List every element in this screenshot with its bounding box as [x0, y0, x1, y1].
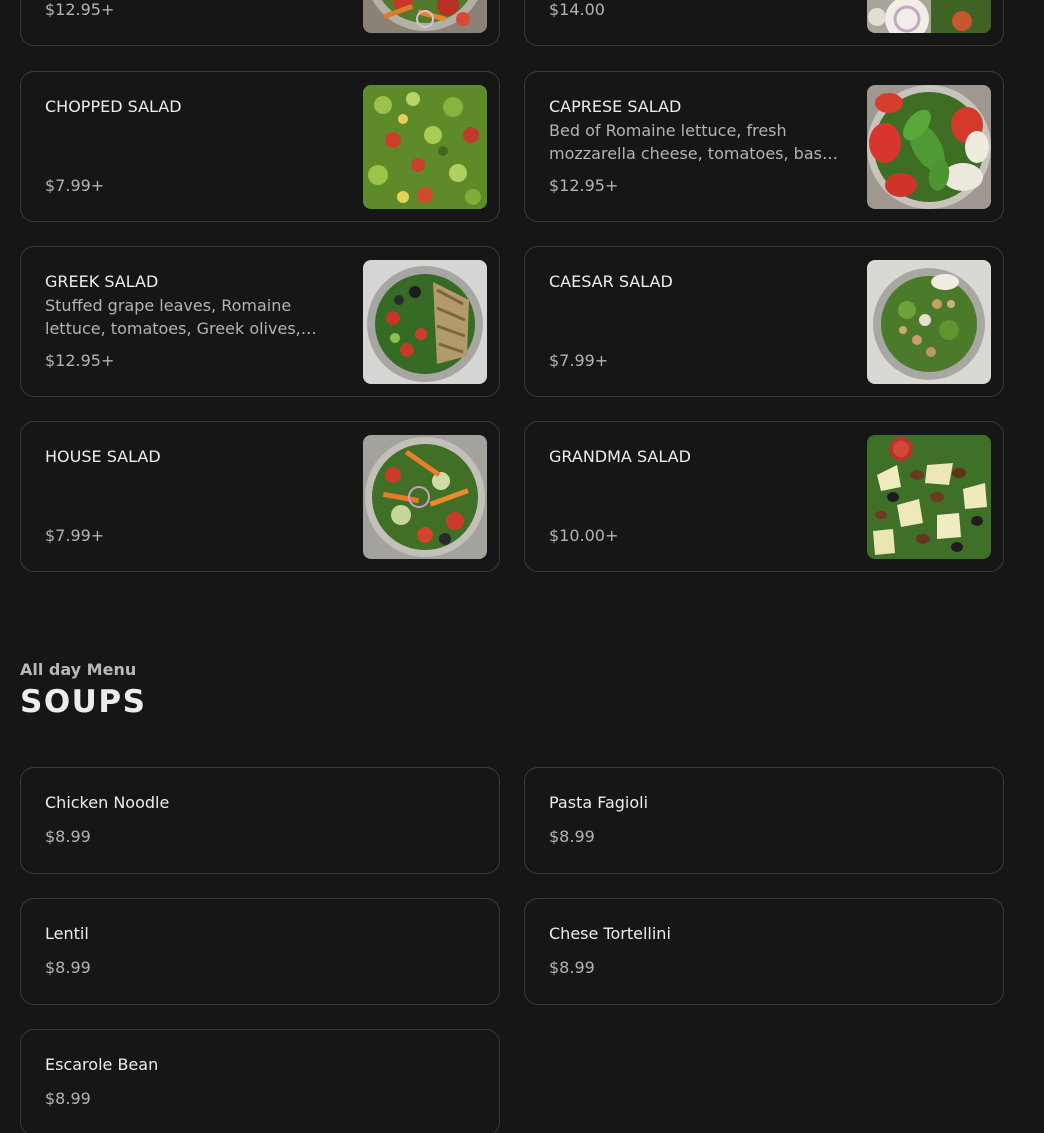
item-price: $8.99 — [45, 958, 91, 977]
menu-item-card[interactable]: CHOPPED SALAD $7.99+ — [20, 71, 500, 222]
menu-item-card[interactable]: $12.95+ — [20, 0, 500, 46]
menu-item-card[interactable]: Pasta Fagioli $8.99 — [524, 767, 1004, 874]
item-name: CHOPPED SALAD — [45, 97, 182, 116]
item-description: Stuffed grape leaves, Romaine lettuce, t… — [45, 296, 301, 338]
menu-item-card[interactable]: CAESAR SALAD $7.99+ — [524, 246, 1004, 397]
item-name: CAPRESE SALAD — [549, 97, 682, 116]
item-photo — [363, 85, 487, 209]
item-price: $7.99+ — [45, 176, 105, 195]
item-name: GREEK SALAD — [45, 272, 159, 291]
item-price: $7.99+ — [45, 526, 105, 545]
item-price: $7.99+ — [549, 351, 609, 370]
item-price: $10.00+ — [549, 526, 619, 545]
item-photo — [867, 435, 991, 559]
item-name: Chese Tortellini — [549, 924, 671, 943]
menu-item-card[interactable]: CAPRESE SALAD Bed of Romaine lettuce, fr… — [524, 71, 1004, 222]
menu-item-card[interactable]: GREEK SALAD Stuffed grape leaves, Romain… — [20, 246, 500, 397]
item-photo — [867, 85, 991, 209]
menu-item-card[interactable]: Chese Tortellini $8.99 — [524, 898, 1004, 1005]
item-name: HOUSE SALAD — [45, 447, 161, 466]
menu-item-card[interactable]: Escarole Bean $8.99 — [20, 1029, 500, 1133]
item-price: $12.95+ — [45, 0, 115, 19]
menu-page: $12.95+ $14.00 CHOPPED SALAD $7.99+ CAPR… — [0, 0, 1044, 1133]
item-price: $8.99 — [45, 1089, 91, 1108]
section-title: SOUPS — [20, 684, 147, 720]
item-photo — [867, 260, 991, 384]
item-photo — [363, 260, 487, 384]
section-kicker: All day Menu — [20, 660, 137, 679]
item-price: $12.95+ — [549, 176, 619, 195]
item-name: Lentil — [45, 924, 89, 943]
item-name: CAESAR SALAD — [549, 272, 673, 291]
menu-item-card[interactable]: Chicken Noodle $8.99 — [20, 767, 500, 874]
item-price: $12.95+ — [45, 351, 115, 370]
item-name: GRANDMA SALAD — [549, 447, 691, 466]
menu-item-card[interactable]: HOUSE SALAD $7.99+ — [20, 421, 500, 572]
item-name: Chicken Noodle — [45, 793, 170, 812]
item-name: Escarole Bean — [45, 1055, 159, 1074]
item-description: Bed of Romaine lettuce, fresh mozzarella… — [549, 121, 836, 163]
item-name: Pasta Fagioli — [549, 793, 649, 812]
menu-item-card[interactable]: $14.00 — [524, 0, 1004, 46]
menu-item-card[interactable]: GRANDMA SALAD $10.00+ — [524, 421, 1004, 572]
item-price: $14.00 — [549, 0, 605, 19]
item-photo — [363, 435, 487, 559]
item-photo — [363, 0, 487, 33]
item-price: $8.99 — [549, 958, 595, 977]
menu-item-card[interactable]: Lentil $8.99 — [20, 898, 500, 1005]
item-price: $8.99 — [549, 827, 595, 846]
item-price: $8.99 — [45, 827, 91, 846]
item-photo — [867, 0, 991, 33]
